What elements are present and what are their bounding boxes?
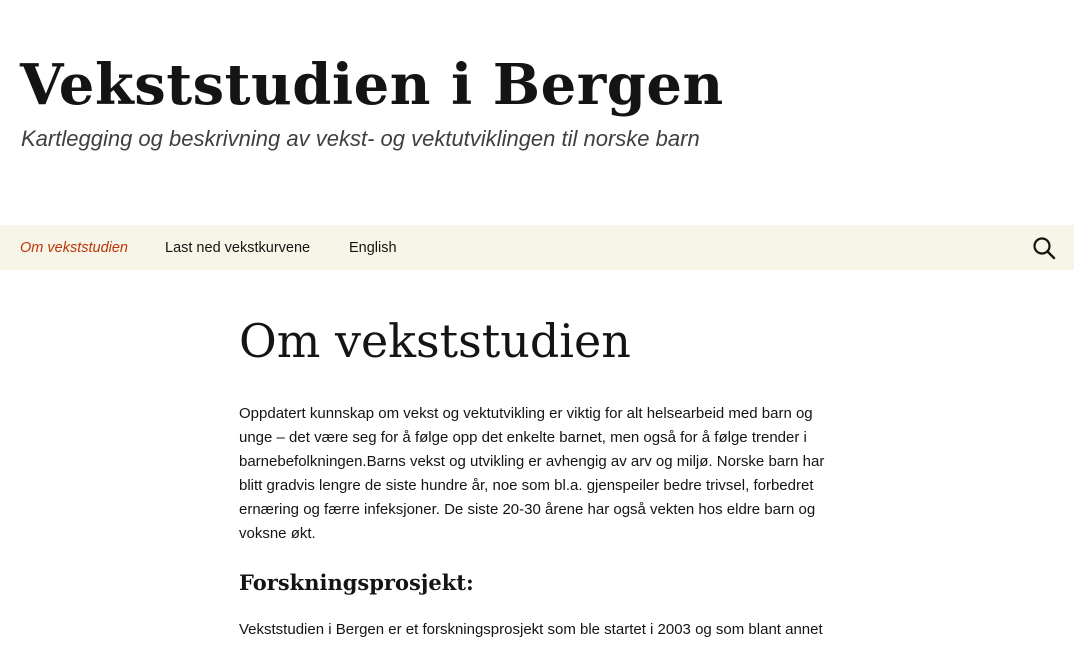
nav-item-om-vekststudien[interactable]: Om vekststudien — [0, 225, 165, 270]
main-navigation: Om vekststudien Last ned vekstkurvene En… — [0, 225, 1074, 270]
site-title[interactable]: Vekststudien i Bergen — [20, 52, 724, 118]
page-title: Om vekststudien — [239, 314, 631, 368]
site-header: Vekststudien i Bergen Kartlegging og bes… — [0, 0, 1074, 225]
search-button[interactable] — [1032, 236, 1056, 260]
section-paragraph: Vekststudien i Bergen er et forskningspr… — [239, 621, 823, 638]
nav-menu: Om vekststudien Last ned vekstkurvene En… — [0, 225, 449, 270]
nav-item-last-ned-vekstkurvene[interactable]: Last ned vekstkurvene — [165, 225, 349, 270]
section-heading: Forskningsprosjekt: — [239, 570, 474, 595]
site-description: Kartlegging og beskrivning av vekst- og … — [21, 126, 700, 151]
intro-paragraph: Oppdatert kunnskap om vekst og vektutvik… — [239, 405, 825, 542]
search-icon — [1033, 237, 1056, 260]
nav-item-english[interactable]: English — [349, 225, 449, 270]
